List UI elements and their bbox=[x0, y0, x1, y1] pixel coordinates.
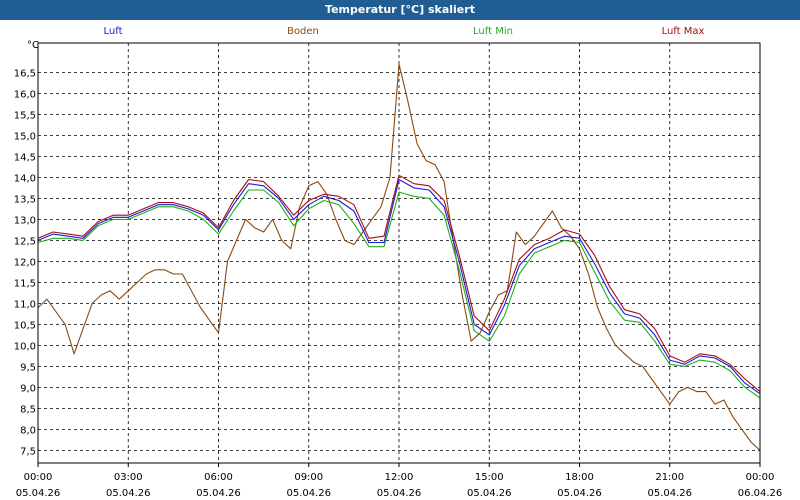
temperature-chart: Luft Boden Luft Min Luft Max °C 7,5 8,0 8,5 9,… bbox=[14, 26, 783, 499]
grid bbox=[38, 43, 760, 463]
y-tick-label: 16,5 bbox=[14, 68, 36, 79]
y-tick-label: 14,5 bbox=[14, 152, 36, 163]
y-tick-label: 9,5 bbox=[20, 362, 36, 373]
y-tick-label: 13,0 bbox=[14, 215, 36, 226]
x-tick-time-label: 00:00 bbox=[24, 472, 53, 483]
y-axis-ticks: 7,5 8,0 8,5 9,0 9,5 10,0 10,5 11,0 11,5 12,0 12,5 1… bbox=[14, 68, 36, 457]
x-tick-date-label: 06.04.26 bbox=[738, 488, 783, 499]
y-tick-label: 7,5 bbox=[20, 446, 36, 457]
legend-item-luft: Luft bbox=[104, 26, 123, 37]
x-tick-time-label: 06:00 bbox=[204, 472, 233, 483]
y-tick-label: 8,0 bbox=[20, 425, 36, 436]
legend: Luft Boden Luft Min Luft Max bbox=[104, 26, 705, 37]
x-tick-time-label: 03:00 bbox=[114, 472, 143, 483]
x-tick-date-label: 05.04.26 bbox=[286, 488, 331, 499]
y-tick-label: 9,0 bbox=[20, 383, 36, 394]
x-tick-date-label: 05.04.26 bbox=[106, 488, 151, 499]
y-tick-label: 11,0 bbox=[14, 299, 36, 310]
x-tick-time-label: 18:00 bbox=[565, 472, 594, 483]
x-tick-date-label: 05.04.26 bbox=[16, 488, 61, 499]
x-tick-date-label: 05.04.26 bbox=[377, 488, 422, 499]
x-tick-date-label: 05.04.26 bbox=[196, 488, 241, 499]
y-tick-label: 8,5 bbox=[20, 404, 36, 415]
y-tick-label: 16,0 bbox=[14, 89, 36, 100]
y-tick-label: 15,0 bbox=[14, 131, 36, 142]
x-axis-ticks: 00:00 05.04.26 03:00 05.04.26 06:00 05.04.26 0… bbox=[16, 463, 783, 499]
y-tick-label: 11,5 bbox=[14, 278, 36, 289]
x-tick-date-label: 05.04.26 bbox=[467, 488, 512, 499]
y-axis-unit-label: °C bbox=[27, 40, 39, 51]
x-tick-time-label: 15:00 bbox=[475, 472, 504, 483]
x-tick-time-label: 21:00 bbox=[655, 472, 684, 483]
legend-item-luft-min: Luft Min bbox=[473, 26, 513, 37]
y-tick-label: 14,0 bbox=[14, 173, 36, 184]
legend-item-boden: Boden bbox=[287, 26, 319, 37]
legend-item-luft-max: Luft Max bbox=[662, 26, 705, 37]
y-tick-label: 13,5 bbox=[14, 194, 36, 205]
y-tick-label: 15,5 bbox=[14, 110, 36, 121]
x-tick-time-label: 12:00 bbox=[385, 472, 414, 483]
y-tick-label: 10,0 bbox=[14, 341, 36, 352]
y-tick-label: 10,5 bbox=[14, 320, 36, 331]
chart-title: Temperatur [°C] skaliert bbox=[0, 0, 800, 20]
x-tick-time-label: 09:00 bbox=[294, 472, 323, 483]
x-tick-date-label: 05.04.26 bbox=[647, 488, 692, 499]
x-tick-time-label: 00:00 bbox=[746, 472, 775, 483]
x-tick-date-label: 05.04.26 bbox=[557, 488, 602, 499]
y-tick-label: 12,5 bbox=[14, 236, 36, 247]
y-tick-label: 12,0 bbox=[14, 257, 36, 268]
